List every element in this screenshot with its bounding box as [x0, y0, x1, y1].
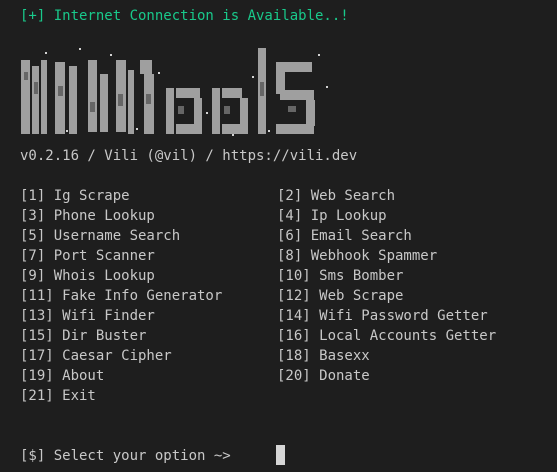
ascii-art-logo: [18, 42, 338, 144]
menu-option-4[interactable]: [4] Ip Lookup: [277, 206, 540, 226]
menu-option-19[interactable]: [19] About: [20, 366, 277, 386]
menu-option-2[interactable]: [2] Web Search: [277, 186, 540, 206]
menu-option-21[interactable]: [21] Exit: [20, 386, 277, 406]
menu-option-15[interactable]: [15] Dir Buster: [20, 326, 277, 346]
option-prompt: [$] Select your option ~>: [20, 448, 231, 464]
menu-option-10[interactable]: [10] Sms Bomber: [277, 266, 540, 286]
menu-option-11[interactable]: [11] Fake Info Generator: [20, 286, 277, 306]
menu-options: [1] Ig Scrape [2] Web Search [3] Phone L…: [20, 186, 540, 406]
connection-status-line: [+] Internet Connection is Available..!: [20, 8, 349, 24]
menu-option-6[interactable]: [6] Email Search: [277, 226, 540, 246]
menu-option-14[interactable]: [14] Wifi Password Getter: [277, 306, 540, 326]
logo-graphic: [21, 48, 328, 136]
menu-option-12[interactable]: [12] Web Scrape: [277, 286, 540, 306]
menu-option-18[interactable]: [18] Basexx: [277, 346, 540, 366]
terminal-window: [+] Internet Connection is Available..!: [0, 0, 557, 472]
menu-option-13[interactable]: [13] Wifi Finder: [20, 306, 277, 326]
menu-option-8[interactable]: [8] Webhook Spammer: [277, 246, 540, 266]
menu-option-7[interactable]: [7] Port Scanner: [20, 246, 277, 266]
menu-option-20[interactable]: [20] Donate: [277, 366, 540, 386]
text-cursor[interactable]: [276, 445, 285, 465]
menu-option-1[interactable]: [1] Ig Scrape: [20, 186, 277, 206]
version-line: v0.2.16 / Vili (@vil) / https://vili.dev: [20, 148, 358, 164]
menu-option-16[interactable]: [16] Local Accounts Getter: [277, 326, 540, 346]
menu-option-3[interactable]: [3] Phone Lookup: [20, 206, 277, 226]
menu-option-5[interactable]: [5] Username Search: [20, 226, 277, 246]
menu-option-17[interactable]: [17] Caesar Cipher: [20, 346, 277, 366]
menu-option-9[interactable]: [9] Whois Lookup: [20, 266, 277, 286]
